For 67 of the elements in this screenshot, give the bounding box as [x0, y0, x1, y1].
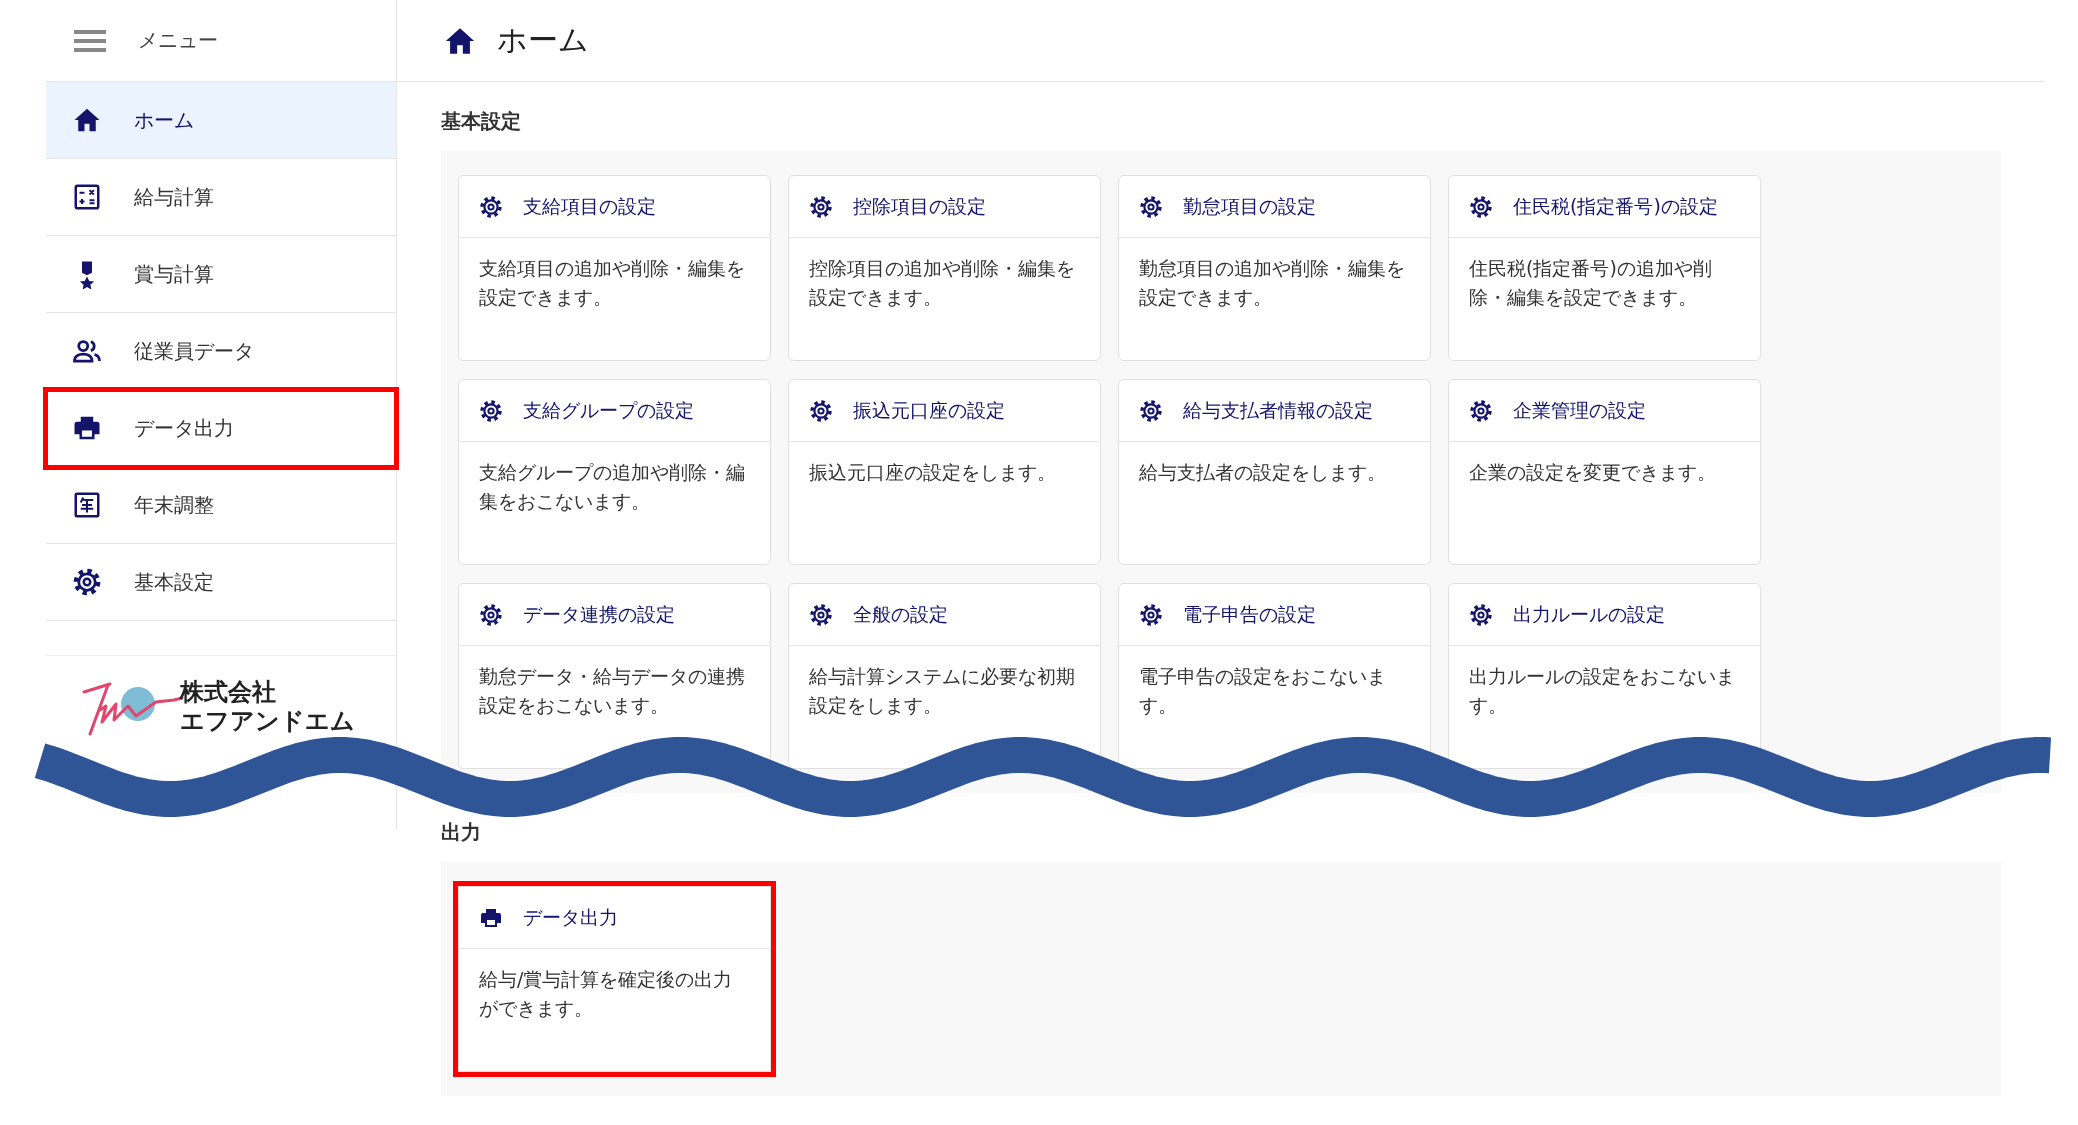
menu-label: メニュー — [138, 27, 218, 54]
menu-icon[interactable] — [74, 28, 106, 53]
settings-card[interactable]: 住民税(指定番号)の設定 住民税(指定番号)の追加や削除・編集を設定できます。 — [1448, 175, 1761, 361]
nav-item[interactable]: 基本設定 — [46, 544, 396, 621]
card-title: 振込元口座の設定 — [853, 397, 1005, 423]
gear-icon — [1139, 398, 1163, 423]
gear-icon — [1469, 194, 1493, 219]
card-description: 給与計算システムに必要な初期設定をします。 — [809, 664, 1076, 718]
settings-card[interactable]: 電子申告の設定 電子申告の設定をおこないます。 — [1118, 583, 1431, 769]
gear-icon — [479, 602, 503, 627]
page-title: ホーム — [497, 21, 589, 59]
section-title: 出力 — [441, 819, 482, 846]
settings-card[interactable]: 支給項目の設定 支給項目の追加や削除・編集を設定できます。 — [458, 175, 771, 361]
gear-icon — [479, 398, 503, 423]
nav-item[interactable]: データ出力 — [46, 390, 396, 467]
gear-icon — [809, 398, 833, 423]
card-description: 振込元口座の設定をします。 — [809, 460, 1057, 485]
card-title: データ出力 — [523, 904, 618, 930]
nav-item[interactable]: 給与計算 — [46, 159, 396, 236]
card-description: 出力ルールの設定をおこないます。 — [1469, 664, 1736, 718]
card-description: 給与/賞与計算を確定後の出力ができます。 — [479, 967, 734, 1021]
gear-icon — [1139, 602, 1163, 627]
card-description: 給与支払者の設定をします。 — [1139, 460, 1387, 485]
card-title: 支給グループの設定 — [523, 397, 694, 423]
card-title: 給与支払者情報の設定 — [1183, 397, 1373, 423]
settings-card[interactable]: 全般の設定 給与計算システムに必要な初期設定をします。 — [788, 583, 1101, 769]
gear-icon — [479, 194, 503, 219]
gear-icon — [809, 194, 833, 219]
card-description: 控除項目の追加や削除・編集を設定できます。 — [809, 256, 1076, 310]
card-title: 勤怠項目の設定 — [1183, 193, 1316, 219]
gear-icon — [1469, 398, 1493, 423]
card-title: 全般の設定 — [853, 601, 948, 627]
nav-item[interactable]: 賞与計算 — [46, 236, 396, 313]
card-title: 出力ルールの設定 — [1513, 601, 1665, 627]
nav-item[interactable]: ホーム — [46, 82, 396, 159]
settings-card[interactable]: 給与支払者情報の設定 給与支払者の設定をします。 — [1118, 379, 1431, 565]
settings-card[interactable]: 勤怠項目の設定 勤怠項目の追加や削除・編集を設定できます。 — [1118, 175, 1431, 361]
settings-card[interactable]: 企業管理の設定 企業の設定を変更できます。 — [1448, 379, 1761, 565]
card-description: 支給項目の追加や削除・編集を設定できます。 — [479, 256, 746, 310]
card-title: 住民税(指定番号)の設定 — [1513, 193, 1718, 219]
card-title: 企業管理の設定 — [1513, 397, 1646, 423]
company-name: 株式会社 — [180, 678, 277, 707]
card-title: 電子申告の設定 — [1183, 601, 1316, 627]
gear-icon — [1469, 602, 1493, 627]
card-title: データ連携の設定 — [523, 601, 675, 627]
settings-card[interactable]: 出力ルールの設定 出力ルールの設定をおこないます。 — [1448, 583, 1761, 769]
card-description: 支給グループの追加や削除・編集をおこないます。 — [479, 460, 746, 514]
nav-item[interactable]: 年末調整 — [46, 467, 396, 544]
company-name: エフアンドエム — [180, 707, 355, 736]
card-description: 企業の設定を変更できます。 — [1469, 460, 1717, 485]
card-title: 控除項目の設定 — [853, 193, 986, 219]
settings-card[interactable]: 支給グループの設定 支給グループの追加や削除・編集をおこないます。 — [458, 379, 771, 565]
section-title: 基本設定 — [441, 108, 522, 135]
card-description: 勤怠項目の追加や削除・編集を設定できます。 — [1139, 256, 1406, 310]
nav-item[interactable]: 従業員データ — [46, 313, 396, 390]
gear-icon — [1139, 194, 1163, 219]
card-title: 支給項目の設定 — [523, 193, 656, 219]
settings-card[interactable]: 控除項目の設定 控除項目の追加や削除・編集を設定できます。 — [788, 175, 1101, 361]
calculator-icon — [72, 182, 102, 212]
settings-card[interactable]: 振込元口座の設定 振込元口座の設定をします。 — [788, 379, 1101, 565]
card-description: 勤怠データ・給与データの連携設定をおこないます。 — [479, 664, 746, 718]
gear-icon — [72, 567, 102, 597]
card-description: 電子申告の設定をおこないます。 — [1139, 664, 1387, 718]
gear-icon — [809, 602, 833, 627]
card-description: 住民税(指定番号)の追加や削除・編集を設定できます。 — [1469, 256, 1713, 310]
calendar-box-icon — [72, 490, 102, 520]
settings-card[interactable]: データ連携の設定 勤怠データ・給与データの連携設定をおこないます。 — [458, 583, 771, 769]
